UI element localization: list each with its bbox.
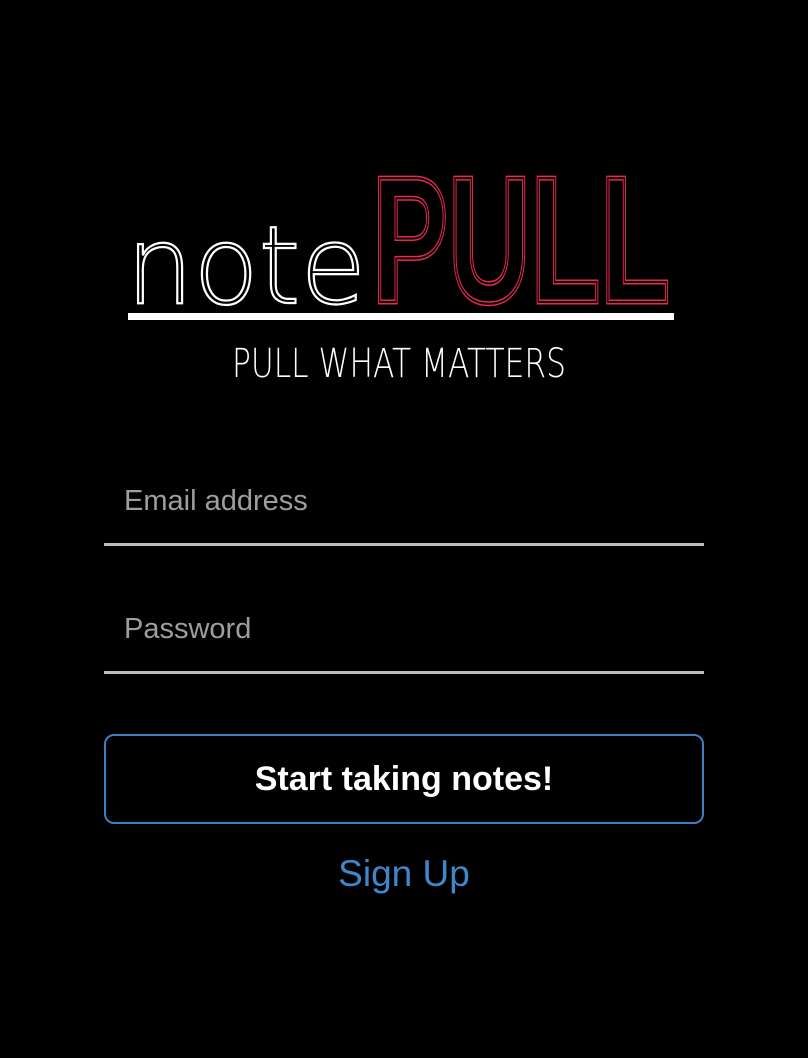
sign-up-link[interactable]: Sign Up (0, 848, 808, 900)
start-taking-notes-button[interactable]: Start taking notes! (104, 734, 704, 824)
notepull-logo-graphic: note PULL PULL PULL WHAT MATTERS (126, 150, 674, 387)
app-logo: note PULL PULL PULL WHAT MATTERS (126, 150, 676, 390)
logo-note-text: note (126, 204, 366, 329)
logo-tagline: PULL WHAT MATTERS (232, 341, 566, 387)
logo-underline (128, 313, 674, 320)
logo-pull-inner-text: PULL (372, 150, 670, 341)
password-input[interactable] (124, 609, 694, 649)
password-field[interactable] (104, 584, 704, 674)
email-input[interactable] (124, 481, 694, 521)
email-field[interactable] (104, 456, 704, 546)
